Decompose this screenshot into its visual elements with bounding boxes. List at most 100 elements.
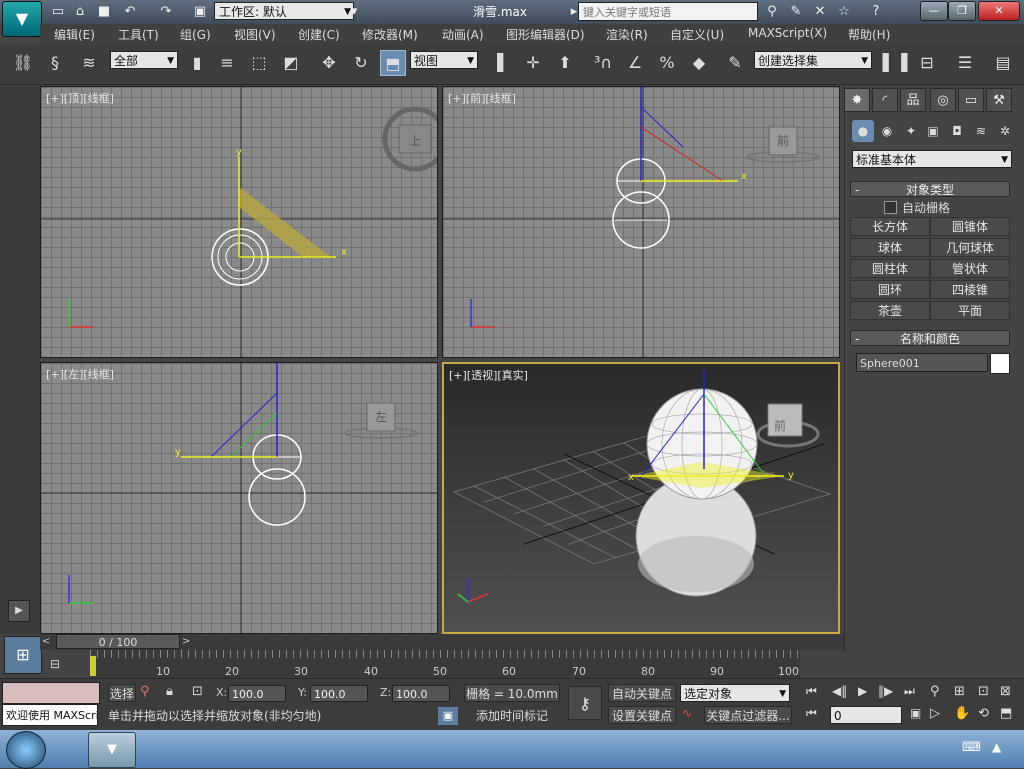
- select-manipulate-icon[interactable]: ✛: [520, 50, 546, 76]
- isolate-selection-icon[interactable]: ⚲: [140, 684, 150, 699]
- key-mode-toggle-icon[interactable]: ⏮: [806, 706, 817, 721]
- torus-button[interactable]: 圆环: [850, 280, 930, 299]
- menu-create[interactable]: 创建(C): [298, 26, 340, 43]
- box-button[interactable]: 长方体: [850, 217, 930, 236]
- space-warps-category-icon[interactable]: ≋: [970, 120, 992, 142]
- create-tab-icon[interactable]: ✸: [844, 88, 870, 112]
- maximize-viewport-icon[interactable]: ⬒: [1000, 706, 1012, 721]
- object-type-rollout[interactable]: - 对象类型: [850, 181, 1010, 197]
- add-time-tag[interactable]: 添加时间标记: [464, 707, 560, 725]
- set-key-button[interactable]: 设置关键点: [608, 706, 676, 724]
- viewport-perspective[interactable]: [+][透视][真实] x y 前: [442, 362, 840, 634]
- cameras-category-icon[interactable]: ▣: [922, 120, 944, 142]
- object-name-field[interactable]: Sphere001: [856, 353, 988, 372]
- time-prev-icon[interactable]: <: [42, 635, 54, 649]
- tube-button[interactable]: 管状体: [930, 259, 1010, 278]
- zoom-extents-all-icon[interactable]: ⊠: [1000, 684, 1011, 699]
- field-of-view-icon[interactable]: ▷: [930, 706, 940, 721]
- key-mode-select[interactable]: 选定对象 ▼: [680, 684, 790, 702]
- open-file-icon[interactable]: ⌂: [70, 2, 90, 21]
- teapot-button[interactable]: 茶壶: [850, 301, 930, 320]
- favorites-star-icon[interactable]: ☆: [834, 2, 854, 21]
- pan-view-icon[interactable]: ✋: [954, 706, 970, 721]
- layer-manager-icon[interactable]: ☰: [952, 50, 978, 76]
- primitive-category-select[interactable]: 标准基本体 ▼: [852, 150, 1012, 168]
- spinner-snap-icon[interactable]: ◆: [686, 50, 712, 76]
- time-slider-thumb[interactable]: 0 / 100: [56, 634, 180, 649]
- close-button[interactable]: ✕: [978, 1, 1020, 21]
- current-frame-field[interactable]: 0: [830, 706, 902, 724]
- percent-snap-icon[interactable]: %: [654, 50, 680, 76]
- menu-animation[interactable]: 动画(A): [442, 26, 484, 43]
- viewport-front[interactable]: [+][前][线框] x 前: [442, 86, 840, 358]
- bind-space-warp-icon[interactable]: ≋: [76, 50, 102, 76]
- cylinder-button[interactable]: 圆柱体: [850, 259, 930, 278]
- menu-rendering[interactable]: 渲染(R): [606, 26, 648, 43]
- mirror-icon[interactable]: ▌▐: [882, 50, 908, 76]
- redo-icon[interactable]: ↷: [156, 2, 176, 21]
- pyramid-button[interactable]: 四棱锥: [930, 280, 1010, 299]
- auto-key-button[interactable]: 自动关键点: [608, 684, 676, 702]
- auto-grid-checkbox[interactable]: [884, 201, 897, 214]
- key-tangent-icon[interactable]: ∿: [682, 706, 702, 724]
- select-rotate-icon[interactable]: ↻: [348, 50, 374, 76]
- viewport-top[interactable]: [+][顶][线框] x y 上: [40, 86, 438, 358]
- link-icon[interactable]: ⛓: [10, 50, 36, 76]
- align-icon[interactable]: ⊟: [914, 50, 940, 76]
- motion-tab-icon[interactable]: ◎: [930, 88, 956, 112]
- named-selection-set-select[interactable]: 创建选择集 ▼: [754, 51, 872, 69]
- workspace-select[interactable]: 工作区: 默认 ▼: [214, 2, 354, 20]
- menu-customize[interactable]: 自定义(U): [670, 26, 724, 43]
- geosphere-button[interactable]: 几何球体: [930, 238, 1010, 257]
- start-button[interactable]: [6, 731, 46, 769]
- play-listener-icon[interactable]: ▶: [8, 600, 30, 622]
- orbit-icon[interactable]: ⟲: [978, 706, 989, 721]
- menu-help[interactable]: 帮助(H): [848, 26, 890, 43]
- display-tab-icon[interactable]: ▭: [958, 88, 984, 112]
- keyboard-tray-icon[interactable]: ⌨: [962, 740, 981, 755]
- zoom-icon[interactable]: ⚲: [930, 684, 940, 699]
- menu-maxscript[interactable]: MAXScript(X): [748, 26, 827, 40]
- geometry-category-icon[interactable]: ●: [852, 120, 874, 142]
- viewport-left[interactable]: [+][左][线框] y 左: [40, 362, 438, 634]
- app-logo-icon[interactable]: ▼: [2, 1, 42, 37]
- menu-graph-editors[interactable]: 图形编辑器(D): [506, 26, 585, 43]
- name-color-rollout[interactable]: - 名称和颜色: [850, 330, 1010, 346]
- hierarchy-tab-icon[interactable]: 品: [900, 88, 926, 112]
- menu-modifiers[interactable]: 修改器(M): [362, 26, 418, 43]
- keyboard-shortcut-override-icon[interactable]: ⬆: [552, 50, 578, 76]
- project-folder-icon[interactable]: ▣: [190, 2, 210, 21]
- menu-edit[interactable]: 编辑(E): [54, 26, 95, 43]
- set-key-icon[interactable]: ⚷: [568, 686, 602, 720]
- communication-icon[interactable]: ✕: [810, 2, 830, 21]
- zoom-extents-icon[interactable]: ⊡: [978, 684, 989, 699]
- taskbar-3dsmax-icon[interactable]: ▼: [88, 732, 136, 768]
- subscription-icon[interactable]: ✎: [786, 2, 806, 21]
- lights-category-icon[interactable]: ✦: [900, 120, 922, 142]
- menu-views[interactable]: 视图(V): [234, 26, 276, 43]
- selection-lock-icon[interactable]: 🔒︎: [166, 684, 173, 699]
- viewport-layout-icon[interactable]: ⊞: [4, 636, 42, 674]
- time-tag-icon[interactable]: ▣: [438, 707, 458, 725]
- systems-category-icon[interactable]: ✲: [994, 120, 1016, 142]
- goto-start-icon[interactable]: ⏮: [806, 684, 817, 699]
- selection-filter-select[interactable]: 全部 ▼: [110, 51, 178, 69]
- binoculars-icon[interactable]: ⚲: [762, 2, 782, 21]
- time-next-icon[interactable]: >: [182, 635, 194, 649]
- unlink-icon[interactable]: §: [42, 50, 68, 76]
- utilities-tab-icon[interactable]: ⚒: [986, 88, 1012, 112]
- help-icon[interactable]: ?: [866, 2, 886, 21]
- snaps-toggle-icon[interactable]: ³∩: [590, 50, 616, 76]
- reference-coord-select[interactable]: 视图 ▼: [410, 51, 478, 69]
- shapes-category-icon[interactable]: ◉: [876, 120, 898, 142]
- key-filters-button[interactable]: 关键点过滤器...: [704, 706, 792, 724]
- edit-named-selection-icon[interactable]: ✎: [722, 50, 748, 76]
- object-color-swatch[interactable]: [990, 353, 1010, 374]
- previous-frame-icon[interactable]: ◀‖: [832, 684, 847, 698]
- helpers-category-icon[interactable]: ◘: [946, 120, 968, 142]
- select-object-icon[interactable]: ▮: [184, 50, 210, 76]
- goto-end-icon[interactable]: ⏭: [904, 684, 915, 699]
- render-setup-icon[interactable]: ▤: [990, 50, 1016, 76]
- time-config-icon[interactable]: ▣: [910, 706, 921, 720]
- select-move-icon[interactable]: ✥: [316, 50, 342, 76]
